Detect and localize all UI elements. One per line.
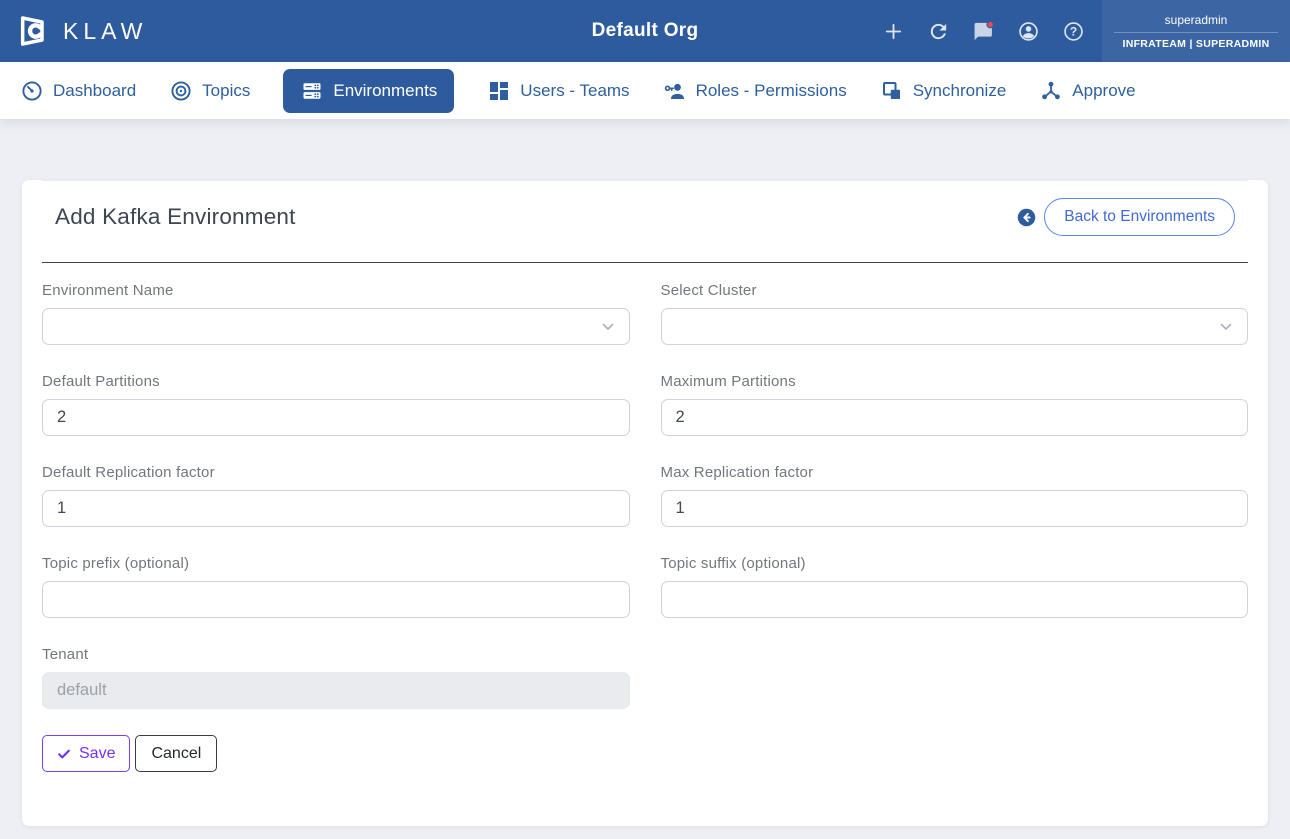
refresh-icon[interactable] (925, 18, 951, 44)
default-replication-factor-label: Default Replication factor (42, 464, 215, 481)
chevron-down-icon (1220, 323, 1232, 330)
server-stack-icon (303, 82, 321, 99)
tenant-input (42, 672, 630, 709)
topic-suffix-label: Topic suffix (optional) (660, 555, 806, 572)
app-header: KLAW Default Org ? superadmin INFRATEAM … (0, 0, 1290, 62)
maximum-partitions-input[interactable] (660, 399, 1248, 436)
nav-label: Roles - Permissions (695, 80, 847, 100)
max-replication-factor-label: Max Replication factor (660, 464, 814, 481)
form-buttons: Save Cancel (42, 735, 1248, 772)
nav-item-roles-permissions[interactable]: Roles - Permissions (663, 79, 847, 103)
hub-icon (1042, 81, 1061, 99)
nav-item-users-teams[interactable]: Users - Teams (487, 79, 630, 103)
nav-item-topics[interactable]: Topics (169, 79, 250, 103)
default-partitions-input[interactable] (42, 399, 630, 436)
field-tenant: Tenant (42, 646, 630, 709)
field-select-cluster: Select Cluster (660, 282, 1248, 345)
brand-text: KLAW (63, 17, 148, 44)
nav-item-synchronize[interactable]: Synchronize (880, 79, 1007, 103)
save-button-label: Save (79, 744, 116, 762)
page-title: Add Kafka Environment (55, 204, 296, 229)
environment-form: Environment Name Select Cluster Default … (42, 263, 1248, 709)
back-group: Back to Environments (1016, 198, 1235, 236)
org-title: Default Org (591, 20, 699, 41)
user-name: superadmin (1114, 13, 1278, 33)
environment-name-label: Environment Name (42, 282, 174, 299)
default-partitions-label: Default Partitions (42, 373, 160, 390)
field-environment-name: Environment Name (42, 282, 630, 345)
cancel-button[interactable]: Cancel (135, 735, 218, 772)
field-default-partitions: Default Partitions (42, 373, 630, 436)
main-nav: Dashboard Topics Environments Users - Te… (0, 62, 1290, 119)
nav-label: Environments (333, 80, 438, 100)
brand[interactable]: KLAW (12, 11, 147, 51)
nav-item-environments[interactable]: Environments (283, 68, 455, 113)
header-actions: ? (880, 18, 1086, 44)
add-icon[interactable] (880, 18, 906, 44)
main-content: Add Kafka Environment Back to Environmen… (0, 119, 1290, 839)
select-cluster-label: Select Cluster (660, 282, 757, 299)
notification-dot (985, 20, 994, 28)
card-header: Add Kafka Environment Back to Environmen… (42, 181, 1248, 262)
arrow-circle-left-icon[interactable] (1016, 207, 1037, 228)
add-environment-card: Add Kafka Environment Back to Environmen… (22, 180, 1268, 826)
tenant-label: Tenant (42, 646, 89, 663)
field-topic-prefix: Topic prefix (optional) (42, 555, 630, 618)
nav-label: Users - Teams (520, 80, 630, 100)
help-icon[interactable]: ? (1060, 18, 1086, 44)
cluster-select[interactable] (660, 308, 1248, 345)
messages-icon[interactable] (970, 18, 996, 44)
topic-suffix-input[interactable] (660, 581, 1248, 618)
field-max-replication-factor: Max Replication factor (660, 464, 1248, 527)
save-button[interactable]: Save (42, 735, 131, 772)
back-to-environments-button[interactable]: Back to Environments (1044, 198, 1235, 236)
nav-label: Approve (1072, 80, 1136, 100)
nav-item-approve[interactable]: Approve (1039, 79, 1136, 103)
nav-label: Dashboard (53, 80, 137, 100)
field-default-replication-factor: Default Replication factor (42, 464, 630, 527)
environment-name-select[interactable] (42, 308, 630, 345)
max-replication-factor-input[interactable] (660, 490, 1248, 527)
user-key-icon (664, 83, 684, 99)
user-info[interactable]: superadmin INFRATEAM | SUPERADMIN (1102, 0, 1290, 62)
grid-icon (490, 81, 509, 100)
profile-icon[interactable] (1015, 18, 1041, 44)
maximum-partitions-label: Maximum Partitions (660, 373, 796, 390)
layers-icon (882, 81, 900, 99)
topic-prefix-label: Topic prefix (optional) (42, 555, 190, 572)
field-maximum-partitions: Maximum Partitions (660, 373, 1248, 436)
klaw-logo-icon (20, 16, 44, 46)
nav-item-dashboard[interactable]: Dashboard (20, 79, 136, 103)
target-icon (171, 80, 191, 101)
default-replication-factor-input[interactable] (42, 490, 630, 527)
svg-text:?: ? (1069, 24, 1076, 38)
nav-label: Synchronize (912, 80, 1007, 100)
nav-label: Topics (202, 80, 251, 100)
topic-prefix-input[interactable] (42, 581, 630, 618)
chevron-down-icon (602, 323, 613, 330)
user-team-role: INFRATEAM | SUPERADMIN (1122, 37, 1270, 50)
check-icon (58, 749, 70, 759)
gauge-icon (22, 80, 42, 101)
field-topic-suffix: Topic suffix (optional) (660, 555, 1248, 618)
